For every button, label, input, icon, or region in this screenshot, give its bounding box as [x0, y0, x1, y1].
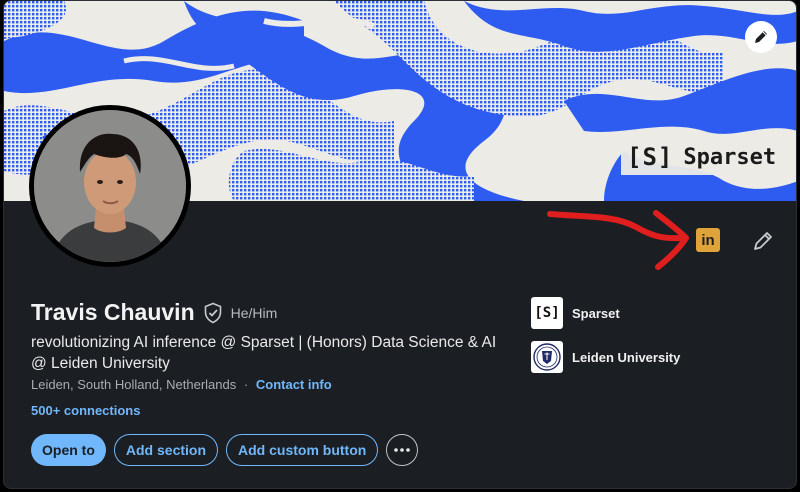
add-section-button[interactable]: Add section — [113, 434, 219, 466]
banner-logo-text: Sparset — [683, 144, 777, 170]
banner-company-logo: [S] Sparset — [621, 139, 783, 175]
separator-dot: · — [243, 377, 249, 392]
org-item-leiden-university[interactable]: Leiden University — [531, 341, 680, 373]
contact-info-link[interactable]: Contact info — [256, 377, 332, 392]
add-custom-button-button[interactable]: Add custom button — [226, 434, 379, 466]
edit-banner-button[interactable] — [745, 21, 777, 53]
edit-profile-pencil-icon[interactable] — [750, 228, 776, 254]
banner-logo-bracket: [S] — [627, 143, 674, 171]
profile-avatar[interactable] — [29, 105, 191, 267]
profile-name: Travis Chauvin — [31, 299, 195, 325]
org-item-sparset[interactable]: [S] Sparset — [531, 297, 680, 329]
verified-shield-icon[interactable] — [203, 302, 223, 324]
profile-actions: Open to Add section Add custom button — [31, 434, 419, 466]
name-row: Travis Chauvin He/Him — [31, 299, 277, 326]
open-to-button[interactable]: Open to — [31, 434, 106, 466]
pronouns: He/Him — [230, 304, 278, 321]
profile-headline: revolutionizing AI inference @ Sparset |… — [31, 334, 497, 372]
location-line: Leiden, South Holland, Netherlands · Con… — [31, 377, 332, 392]
more-dots-icon — [394, 448, 411, 452]
sparset-logo: [S] — [531, 297, 563, 329]
red-arrow-annotation — [547, 210, 689, 270]
org-name: Sparset — [572, 305, 620, 321]
org-name: Leiden University — [572, 349, 681, 365]
more-options-button[interactable] — [386, 434, 419, 466]
linkedin-icon[interactable]: in — [696, 228, 720, 252]
connections-link[interactable]: 500+ connections — [31, 403, 140, 418]
location-text: Leiden, South Holland, Netherlands — [31, 377, 237, 392]
profile-card: [S] Sparset in Travis Chauvin He/Him rev… — [3, 0, 797, 489]
leiden-university-seal-icon — [531, 341, 563, 373]
organizations-list: [S] Sparset Leiden University — [531, 297, 680, 385]
avatar-photo — [34, 110, 186, 262]
pencil-icon — [755, 31, 767, 43]
